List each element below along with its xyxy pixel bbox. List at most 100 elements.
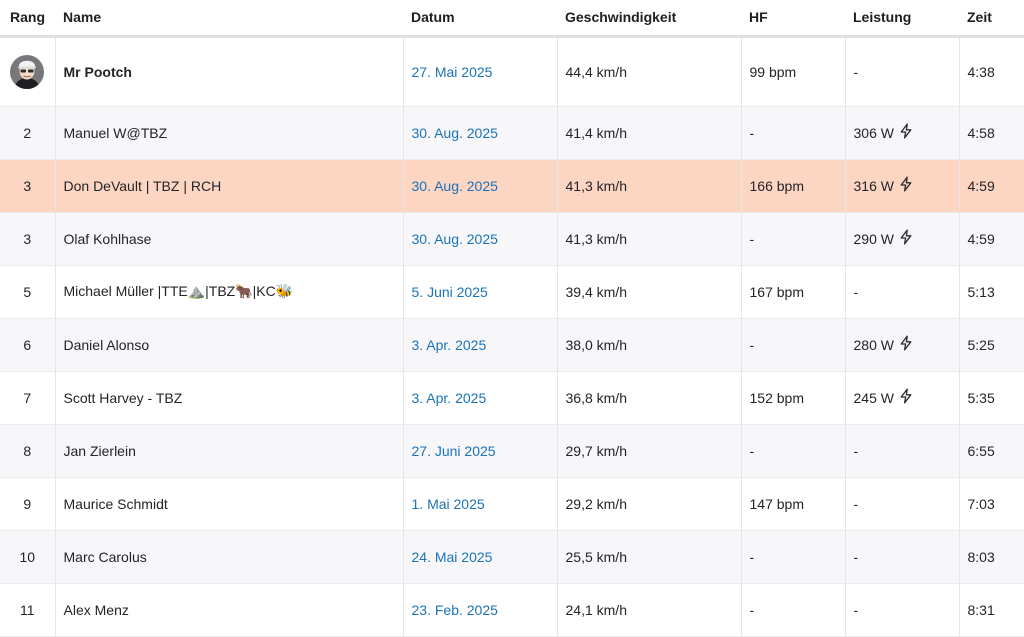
heart-rate-cell: - (740, 583, 845, 636)
speed-cell: 44,4 km/h (556, 36, 741, 106)
power-cell: 290 W (844, 212, 959, 265)
header-time[interactable]: Zeit (959, 0, 1024, 36)
heart-rate-cell: 152 bpm (740, 371, 845, 424)
athlete-name[interactable]: Alex Menz (54, 583, 403, 636)
rank-cell: 9 (23, 495, 32, 512)
user-avatar[interactable] (10, 54, 45, 89)
lightning-bolt-icon (898, 123, 914, 142)
heart-rate-cell: 166 bpm (740, 159, 845, 212)
activity-date-link[interactable]: 3. Apr. 2025 (412, 337, 487, 353)
table-row[interactable]: 2 Manuel W@TBZ 30. Aug. 2025 41,4 km/h -306 … (0, 106, 1024, 159)
power-cell: - (844, 530, 959, 583)
table-row[interactable]: 11 Alex Menz 23. Feb. 2025 24,1 km/h - -8:31 (0, 583, 1024, 636)
athlete-name[interactable]: Mr Pootch (54, 36, 403, 106)
athlete-name[interactable]: Maurice Schmidt (54, 477, 403, 530)
speed-cell: 24,1 km/h (556, 583, 741, 636)
power-cell: - (844, 583, 959, 636)
speed-cell: 29,7 km/h (556, 424, 741, 477)
power-value-group: 280 W (854, 335, 914, 354)
table-header: Rang Name Datum Geschwindigkeit HF Leist… (0, 0, 1024, 36)
table-row[interactable]: Mr Pootch 27. Mai 2025 44,4 km/h 99 bpm -4:3… (0, 36, 1024, 106)
header-name[interactable]: Name (55, 0, 403, 36)
power-value-group: 306 W (854, 123, 914, 142)
time-cell: 4:59 (958, 212, 1024, 265)
header-date[interactable]: Datum (403, 0, 557, 36)
power-value: 290 W (853, 230, 894, 247)
activity-date-link[interactable]: 24. Mai 2025 (412, 549, 493, 565)
date-cell: 27. Juni 2025 (402, 424, 557, 477)
lightning-bolt-icon (898, 335, 914, 354)
activity-date-link[interactable]: 5. Juni 2025 (412, 284, 488, 300)
heart-rate-cell: 147 bpm (740, 477, 845, 530)
activity-date-link[interactable]: 27. Juni 2025 (412, 443, 496, 459)
speed-cell: 25,5 km/h (556, 530, 741, 583)
table-body: Mr Pootch 27. Mai 2025 44,4 km/h 99 bpm -4:3… (0, 36, 1024, 636)
activity-date-link[interactable]: 1. Mai 2025 (412, 496, 485, 512)
time-cell: 8:31 (958, 583, 1024, 636)
power-value: 280 W (853, 336, 894, 353)
rank-cell: 3 (23, 230, 32, 247)
activity-date-link[interactable]: 30. Aug. 2025 (412, 125, 498, 141)
time-cell: 6:55 (958, 424, 1024, 477)
lightning-bolt-icon (898, 388, 914, 407)
rank-cell: 10 (19, 548, 36, 565)
heart-rate-cell: - (740, 106, 845, 159)
table-row[interactable]: 6 Daniel Alonso 3. Apr. 2025 38,0 km/h -280 … (0, 318, 1024, 371)
time-cell: 4:59 (958, 159, 1024, 212)
time-cell: 5:13 (958, 265, 1024, 318)
speed-cell: 36,8 km/h (556, 371, 741, 424)
header-speed[interactable]: Geschwindigkeit (557, 0, 741, 36)
rank-cell: 2 (23, 124, 32, 141)
athlete-name[interactable]: Marc Carolus (54, 530, 403, 583)
power-cell: - (844, 424, 959, 477)
heart-rate-cell: - (740, 530, 845, 583)
heart-rate-cell: 99 bpm (740, 36, 845, 106)
date-cell: 5. Juni 2025 (402, 265, 557, 318)
date-cell: 23. Feb. 2025 (402, 583, 557, 636)
header-row: Rang Name Datum Geschwindigkeit HF Leist… (0, 0, 1024, 36)
athlete-name[interactable]: Daniel Alonso (54, 318, 403, 371)
power-cell: 316 W (844, 159, 959, 212)
table-row[interactable]: 9 Maurice Schmidt 1. Mai 2025 29,2 km/h 147 … (0, 477, 1024, 530)
power-cell: 245 W (844, 371, 959, 424)
date-cell: 24. Mai 2025 (402, 530, 557, 583)
time-cell: 8:03 (958, 530, 1024, 583)
rank-cell (0, 36, 55, 106)
power-value-group: 245 W (854, 388, 914, 407)
header-power[interactable]: Leistung (845, 0, 959, 36)
table-row[interactable]: 7 Scott Harvey - TBZ 3. Apr. 2025 36,8 km/h… (0, 371, 1024, 424)
activity-date-link[interactable]: 3. Apr. 2025 (412, 390, 487, 406)
activity-date-link[interactable]: 23. Feb. 2025 (412, 602, 498, 618)
athlete-name[interactable]: Scott Harvey - TBZ (54, 371, 403, 424)
leaderboard-table: Rang Name Datum Geschwindigkeit HF Leist… (0, 0, 1024, 637)
header-hr[interactable]: HF (741, 0, 845, 36)
table-row[interactable]: 10 Marc Carolus 24. Mai 2025 25,5 km/h - -8:0… (0, 530, 1024, 583)
speed-cell: 38,0 km/h (556, 318, 741, 371)
table-row[interactable]: 3 Don DeVault | TBZ | RCH 30. Aug. 2025 41,… (0, 159, 1024, 212)
header-rank[interactable]: Rang (0, 0, 55, 36)
power-value: 316 W (853, 177, 894, 194)
power-cell: - (844, 36, 959, 106)
table-row[interactable]: 8 Jan Zierlein 27. Juni 2025 29,7 km/h - -6:5… (0, 424, 1024, 477)
power-cell: - (844, 477, 959, 530)
date-cell: 30. Aug. 2025 (402, 159, 557, 212)
athlete-name[interactable]: Don DeVault | TBZ | RCH (54, 159, 403, 212)
rank-cell: 3 (23, 177, 32, 194)
activity-date-link[interactable]: 30. Aug. 2025 (412, 178, 498, 194)
activity-date-link[interactable]: 27. Mai 2025 (412, 64, 493, 80)
athlete-name[interactable]: Manuel W@TBZ (54, 106, 403, 159)
date-cell: 3. Apr. 2025 (402, 318, 557, 371)
athlete-name[interactable]: Jan Zierlein (54, 424, 403, 477)
activity-date-link[interactable]: 30. Aug. 2025 (412, 231, 498, 247)
table-row[interactable]: 5 Michael Müller |TTE⛰️|TBZ🐂|KC🐝 5. Juni 2… (0, 265, 1024, 318)
athlete-name[interactable]: Michael Müller |TTE⛰️|TBZ🐂|KC🐝 (54, 265, 403, 318)
rank-cell: 6 (23, 336, 32, 353)
time-cell: 4:38 (958, 36, 1024, 106)
power-cell: - (844, 265, 959, 318)
table-row[interactable]: 3 Olaf Kohlhase 30. Aug. 2025 41,3 km/h -290… (0, 212, 1024, 265)
time-cell: 5:35 (958, 371, 1024, 424)
speed-cell: 39,4 km/h (556, 265, 741, 318)
rank-cell: 5 (23, 283, 32, 300)
date-cell: 1. Mai 2025 (402, 477, 557, 530)
athlete-name[interactable]: Olaf Kohlhase (54, 212, 403, 265)
